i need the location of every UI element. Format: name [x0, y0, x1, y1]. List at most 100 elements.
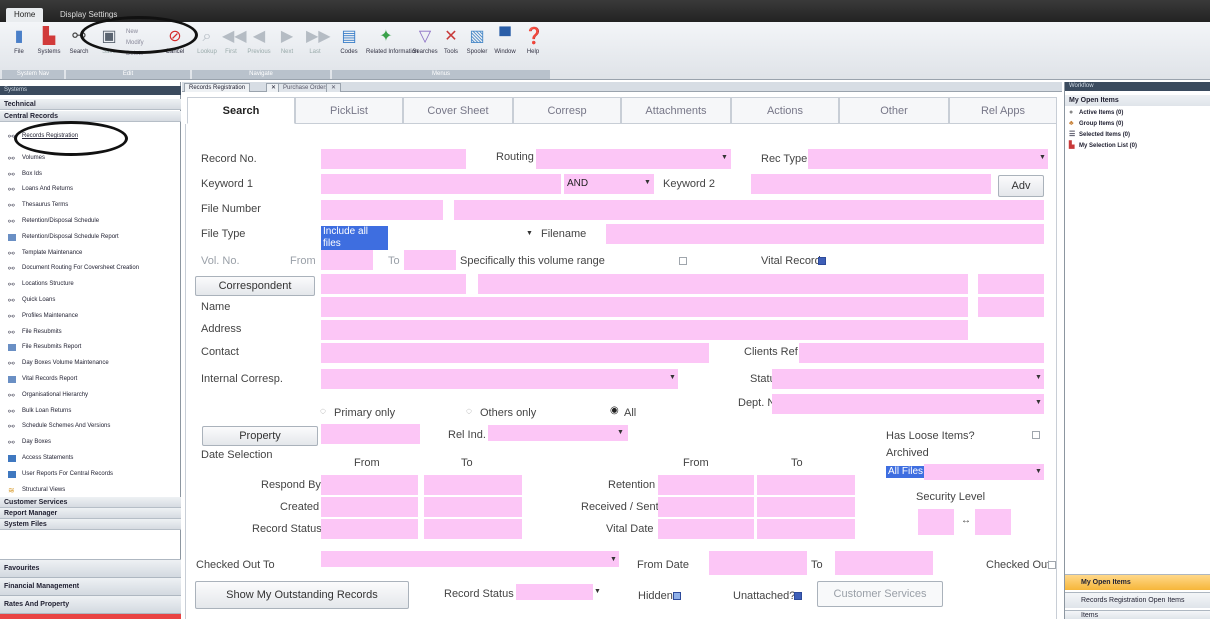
archived-value[interactable]: All Files	[886, 466, 924, 478]
received-to-input[interactable]	[757, 497, 855, 517]
codes-button[interactable]: ▤ Codes	[334, 24, 364, 70]
sidebar-item-box-ids[interactable]: ⚯ Box Ids	[0, 168, 181, 181]
checked-out-checkbox[interactable]	[1048, 561, 1056, 569]
record-status-select[interactable]	[516, 584, 593, 600]
hidden-checkbox[interactable]	[673, 592, 681, 600]
section-financial-management[interactable]: Financial Management	[0, 577, 181, 595]
sidebar-item-file-resubmits[interactable]: ⚯ File Resubmits	[0, 326, 181, 339]
record-no-input[interactable]	[321, 149, 466, 169]
volume-range-checkbox[interactable]	[679, 257, 687, 265]
sidebar-item-schedule-schemes-and-versions[interactable]: ⚯ Schedule Schemes And Versions	[0, 420, 181, 433]
retention-to-input[interactable]	[757, 475, 855, 495]
show-outstanding-records-button[interactable]: Show My Outstanding Records	[195, 581, 409, 609]
contact-input[interactable]	[321, 343, 709, 363]
sidebar-item-retention-disposal-schedule-report[interactable]: Retention/Disposal Schedule Report	[0, 231, 181, 244]
record-status-to-input[interactable]	[424, 519, 522, 539]
checked-out-to-select[interactable]	[321, 551, 619, 567]
internal-corresp-chevron-down-icon[interactable]: ▼	[669, 374, 676, 381]
first-button[interactable]: ◀◀ First	[216, 24, 247, 70]
dept-name-select[interactable]	[772, 394, 1044, 414]
archived-chevron-down-icon[interactable]: ▼	[1035, 468, 1042, 475]
adv-button[interactable]: Adv	[998, 175, 1044, 197]
sidebar-item-user-reports-for-central-records[interactable]: User Reports For Central Records	[0, 468, 181, 481]
systems-button[interactable]: ▙ Systems	[34, 24, 64, 70]
items-button[interactable]: Items	[1065, 610, 1210, 619]
section-central-records[interactable]: Central Records	[0, 111, 181, 122]
correspondent-extra-input[interactable]	[978, 274, 1044, 294]
status-select[interactable]	[772, 369, 1044, 389]
section-rates-and-property[interactable]: Rates And Property	[0, 595, 181, 613]
section-customer-services[interactable]: Customer Services	[0, 497, 181, 508]
respond-by-from-input[interactable]	[321, 475, 418, 495]
all-radio[interactable]: ◉	[610, 405, 619, 416]
sidebar-item-thesaurus-terms[interactable]: ⚯ Thesaurus Terms	[0, 199, 181, 212]
sidebar-item-profiles-maintenance[interactable]: ⚯ Profiles Maintenance	[0, 310, 181, 323]
sidebar-item-quick-loans[interactable]: ⚯ Quick Loans	[0, 294, 181, 307]
rel-ind-chevron-down-icon[interactable]: ▼	[617, 429, 624, 436]
keyword2-input[interactable]	[751, 174, 991, 194]
related-information-button[interactable]: ✦ Related Information	[366, 24, 418, 70]
section-favourites[interactable]: Favourites	[0, 559, 181, 577]
file-button[interactable]: ▮ File	[4, 24, 34, 70]
sidebar-item-retention-disposal-schedule[interactable]: ⚯ Retention/Disposal Schedule	[0, 215, 181, 228]
records-registration-open-items-button[interactable]: Records Registration Open Items	[1065, 592, 1210, 608]
respond-by-to-input[interactable]	[424, 475, 522, 495]
file-number-input[interactable]	[454, 200, 1044, 220]
sidebar-item-access-statements[interactable]: Access Statements	[0, 452, 181, 465]
previous-button[interactable]: ◀ Previous	[244, 24, 274, 70]
rec-type-chevron-down-icon[interactable]: ▼	[1039, 154, 1046, 161]
others-only-radio[interactable]: ◌	[466, 406, 472, 417]
rec-type-select[interactable]	[808, 149, 1048, 169]
my-open-items-button[interactable]: My Open Items	[1065, 574, 1210, 590]
sidebar-item-locations-structure[interactable]: ⚯ Locations Structure	[0, 278, 181, 291]
name-extra-input[interactable]	[978, 297, 1044, 317]
sidebar-item-structural-views[interactable]: ≋ Structural Views	[0, 484, 181, 497]
security-level-to-input[interactable]	[975, 509, 1011, 535]
keyword1-input[interactable]	[321, 174, 561, 194]
correspondent-code-input[interactable]	[321, 274, 466, 294]
window-button[interactable]: ▀ Window	[490, 24, 520, 70]
primary-only-radio[interactable]: ◌	[320, 406, 326, 417]
customer-services-button[interactable]: Customer Services	[817, 581, 943, 607]
help-button[interactable]: ❓ Help	[518, 24, 548, 70]
received-from-input[interactable]	[658, 497, 754, 517]
tab-attachments[interactable]: Attachments	[621, 97, 731, 124]
created-to-input[interactable]	[424, 497, 522, 517]
routing-chevron-down-icon[interactable]: ▼	[721, 154, 728, 161]
unattached-checkbox[interactable]	[794, 592, 802, 600]
vital-date-from-input[interactable]	[658, 519, 754, 539]
archived-select[interactable]	[924, 464, 1044, 480]
vol-to-input[interactable]	[404, 250, 456, 270]
sidebar-item-file-resubmits-report[interactable]: File Resubmits Report	[0, 341, 181, 354]
tab-actions[interactable]: Actions	[731, 97, 839, 124]
checked-out-to-chevron-down-icon[interactable]: ▼	[610, 556, 617, 563]
sidebar-item-template-maintenance[interactable]: ⚯ Template Maintenance	[0, 247, 181, 260]
my-selection-list[interactable]: ▙ My Selection List (0)	[1065, 141, 1210, 151]
internal-corresp-select[interactable]	[321, 369, 678, 389]
has-loose-items-checkbox[interactable]	[1032, 431, 1040, 439]
tab-corresp[interactable]: Corresp	[513, 97, 621, 124]
selected-items[interactable]: ☰ Selected Items (0)	[1065, 130, 1210, 140]
record-status-from-input[interactable]	[321, 519, 418, 539]
sidebar-item-vital-records-report[interactable]: Vital Records Report	[0, 373, 181, 386]
property-button[interactable]: Property	[202, 426, 318, 446]
record-status-chevron-down-icon[interactable]: ▼	[594, 588, 601, 595]
file-type-value[interactable]: Include all files	[321, 226, 388, 250]
correspondent-input[interactable]	[478, 274, 968, 294]
tab-records-registration[interactable]: Records Registration	[184, 83, 251, 92]
routing-select[interactable]	[536, 149, 731, 169]
sidebar-item-bulk-loan-returns[interactable]: ⚯ Bulk Loan Returns	[0, 405, 181, 418]
tab-other[interactable]: Other	[839, 97, 949, 124]
tab-purchase-orders-close[interactable]: ✕	[326, 83, 342, 92]
spooler-button[interactable]: ▧ Spooler	[462, 24, 492, 70]
operator-chevron-down-icon[interactable]: ▼	[644, 179, 651, 186]
property-input[interactable]	[321, 424, 420, 444]
vol-from-input[interactable]	[321, 250, 373, 270]
section-technical-bottom[interactable]	[0, 613, 181, 619]
sidebar-item-day-boxes[interactable]: ⚯ Day Boxes	[0, 436, 181, 449]
file-type-chevron-down-icon[interactable]: ▼	[526, 230, 533, 237]
next-button[interactable]: ▶ Next	[272, 24, 302, 70]
sidebar-item-day-boxes-volume-maintenance[interactable]: ⚯ Day Boxes Volume Maintenance	[0, 357, 181, 370]
tab-home[interactable]: Home	[6, 8, 44, 22]
active-items[interactable]: ● Active Items (0)	[1065, 108, 1210, 118]
